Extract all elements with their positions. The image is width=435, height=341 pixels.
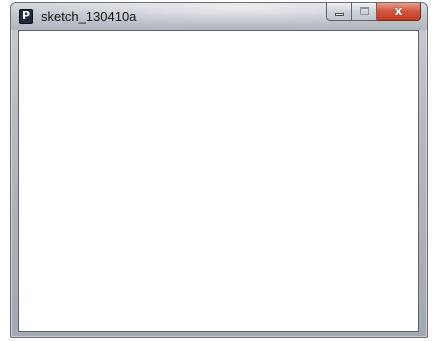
processing-icon[interactable]: P [19, 9, 33, 24]
sketch-window: P sketch_130410a x [10, 2, 428, 338]
maximize-icon [360, 7, 369, 15]
minimize-button[interactable] [326, 3, 352, 21]
close-button[interactable]: x [377, 3, 421, 21]
window-title: sketch_130410a [41, 9, 137, 24]
minimize-icon [335, 13, 344, 16]
window-controls: x [326, 3, 421, 22]
title-bar[interactable]: P sketch_130410a x [11, 3, 427, 30]
maximize-button[interactable] [352, 3, 377, 21]
sketch-canvas[interactable] [18, 30, 419, 332]
app-icon-glyph: P [22, 9, 31, 22]
close-icon: x [394, 4, 403, 18]
